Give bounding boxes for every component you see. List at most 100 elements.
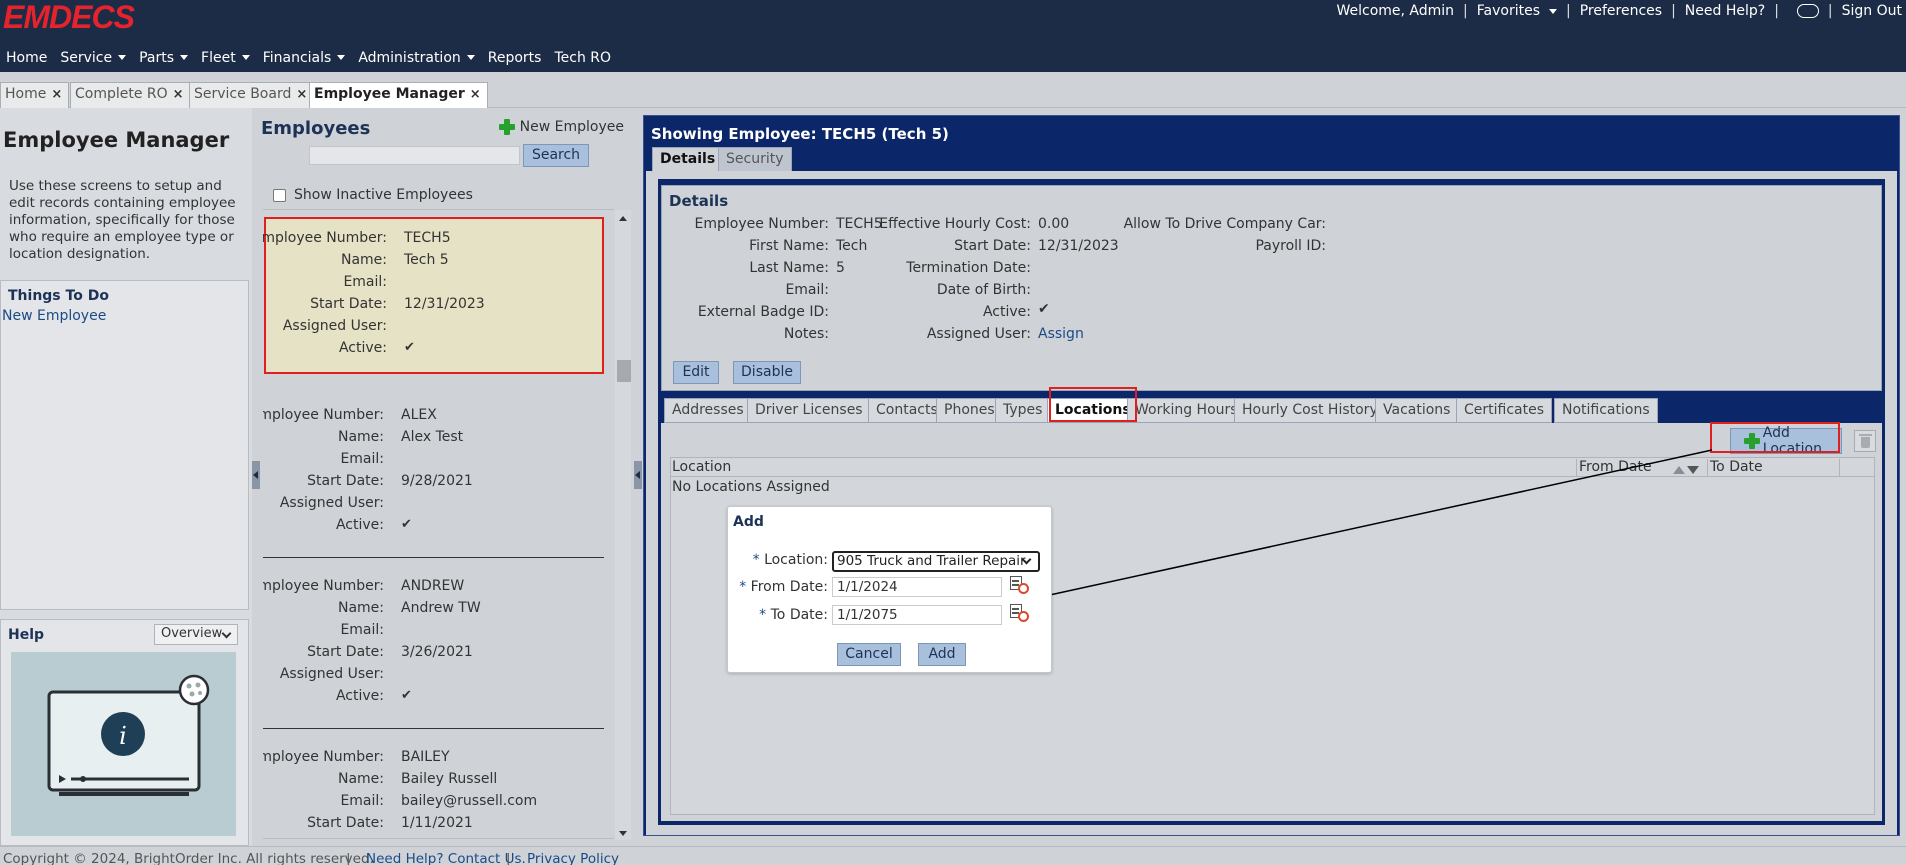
tab-label: Employee Manager — [314, 86, 465, 102]
employee-list-scrollbar[interactable] — [615, 210, 631, 840]
tab-hourly-cost-history[interactable]: Hourly Cost History — [1234, 398, 1386, 423]
calendar-icon[interactable] — [1010, 604, 1030, 623]
field-label: Start Date: — [307, 815, 384, 831]
menu-administration[interactable]: Administration — [358, 50, 475, 66]
need-help-link[interactable]: Need Help? — [1685, 3, 1765, 19]
employee-card[interactable]: Employee Number: TECH5 Name: Tech 5 Email: St… — [263, 217, 604, 374]
from-date-label: * From Date: — [739, 579, 828, 595]
preferences-link[interactable]: Preferences — [1580, 3, 1662, 19]
menu-fleet[interactable]: Fleet — [201, 50, 250, 66]
sign-out-link[interactable]: Sign Out — [1842, 3, 1902, 19]
close-icon[interactable]: × — [296, 87, 307, 102]
tab-addresses[interactable]: Addresses — [664, 398, 752, 423]
tab-label: Complete RO — [75, 86, 168, 102]
search-button[interactable]: Search — [523, 144, 589, 167]
sort-descending-icon[interactable] — [1687, 466, 1699, 474]
tab-home[interactable]: Home × — [0, 82, 70, 108]
location-select[interactable]: 905 Truck and Trailer Repair — [832, 551, 1040, 572]
chat-button[interactable] — [1788, 3, 1819, 19]
close-icon[interactable]: × — [470, 87, 481, 102]
tab-certificates[interactable]: Certificates — [1456, 398, 1553, 423]
separator: | — [506, 851, 511, 865]
sort-icon[interactable] — [1673, 462, 1701, 478]
help-video-thumbnail[interactable]: i — [11, 652, 236, 836]
favorites-menu[interactable]: Favorites — [1477, 3, 1558, 19]
menu-home[interactable]: Home — [6, 50, 47, 66]
tab-types[interactable]: Types — [995, 398, 1051, 423]
employee-search-input[interactable] — [309, 146, 520, 165]
notes-label: Notes: — [783, 326, 829, 342]
employee-card[interactable]: Employee Number: ANDREW Name: Andrew TW Emai… — [263, 558, 604, 729]
tab-vacations[interactable]: Vacations — [1375, 398, 1459, 423]
tab-security[interactable]: Security — [718, 147, 792, 171]
new-employee-link[interactable]: New Employee — [2, 308, 106, 324]
employee-field-email: Email: — [263, 622, 583, 640]
field-label: Employee Number: — [263, 578, 384, 594]
to-date-input[interactable]: 1/1/2075 — [832, 605, 1002, 625]
delete-icon[interactable] — [1854, 430, 1876, 452]
last-name-value: 5 — [836, 260, 845, 276]
tab-notifications[interactable]: Notifications — [1554, 398, 1658, 423]
menu-label: Reports — [487, 49, 542, 66]
tab-complete-ro[interactable]: Complete RO × — [70, 82, 191, 108]
assign-user-link[interactable]: Assign — [1038, 326, 1084, 342]
contact-us-link[interactable]: Need Help? Contact Us. — [366, 851, 526, 865]
clock-icon — [1018, 611, 1029, 622]
disable-button[interactable]: Disable — [733, 361, 801, 384]
tab-contacts[interactable]: Contacts — [868, 398, 946, 423]
menu-service[interactable]: Service — [60, 50, 127, 66]
menu-tech-ro[interactable]: Tech RO — [554, 50, 611, 66]
employee-card[interactable]: Employee Number: BAILEY Name: Bailey Russel… — [263, 729, 604, 838]
payroll-id-label: Payroll ID: — [1255, 238, 1326, 254]
add-button[interactable]: Add — [918, 643, 966, 666]
scroll-up-icon[interactable] — [619, 216, 627, 221]
field-value: TECH5 — [404, 230, 451, 246]
calendar-icon[interactable] — [1010, 576, 1030, 595]
help-topic-select[interactable]: Overview — [154, 624, 238, 645]
tab-phones[interactable]: Phones — [936, 398, 1003, 423]
app-logo[interactable]: EMDECS — [3, 0, 135, 36]
column-to-date[interactable]: To Date — [1707, 459, 1837, 477]
show-inactive-toggle[interactable]: Show Inactive Employees — [273, 187, 473, 203]
tab-driver-licenses[interactable]: Driver Licenses — [747, 398, 871, 423]
new-employee-button[interactable]: New Employee — [498, 119, 624, 135]
menu-parts[interactable]: Parts — [139, 50, 189, 66]
list-collapse-handle[interactable] — [634, 461, 642, 489]
top-nav: Welcome, Admin | Favorites | Preferences… — [1327, 3, 1902, 19]
employee-field-number: Employee Number: ANDREW — [263, 578, 583, 596]
grid-empty-message: No Locations Assigned — [672, 479, 830, 495]
employee-detail-title: Showing Employee: TECH5 (Tech 5) — [651, 125, 949, 143]
field-label: Employee Number: — [263, 749, 384, 765]
menu-label: Fleet — [201, 49, 236, 66]
add-location-dialog: Add * Location: 905 Truck and Trailer Re… — [727, 506, 1052, 673]
show-inactive-checkbox[interactable] — [273, 188, 286, 202]
tab-employee-manager[interactable]: Employee Manager × — [309, 82, 488, 109]
tab-service-board[interactable]: Service Board × — [189, 82, 315, 108]
tab-working-hours[interactable]: Working Hours — [1127, 398, 1246, 423]
employee-card[interactable]: Employee Number: ALEX Name: Alex Test Email:… — [263, 387, 604, 558]
scroll-down-icon[interactable] — [619, 831, 627, 836]
dob-label: Date of Birth: — [936, 282, 1031, 298]
separator: | — [1774, 3, 1779, 19]
tab-details[interactable]: Details — [652, 147, 724, 173]
menu-financials[interactable]: Financials — [263, 50, 346, 66]
column-from-date[interactable]: From Date — [1576, 459, 1652, 477]
add-location-button[interactable]: Add Location — [1730, 425, 1842, 457]
active-check-icon: ✔ — [1038, 301, 1050, 317]
from-date-input[interactable]: 1/1/2024 — [832, 577, 1002, 597]
cancel-button[interactable]: Cancel — [837, 643, 901, 666]
close-icon[interactable]: × — [173, 87, 184, 102]
privacy-policy-link[interactable]: Privacy Policy — [527, 851, 619, 865]
clock-icon — [1018, 583, 1029, 594]
location-label: * Location: — [752, 552, 828, 568]
left-collapse-handle[interactable] — [252, 461, 260, 489]
scroll-thumb[interactable] — [617, 360, 631, 382]
edit-button[interactable]: Edit — [673, 361, 719, 384]
field-label: Employee Number: — [263, 230, 387, 246]
employee-field-email: Email: — [263, 451, 583, 469]
sort-ascending-icon[interactable] — [1673, 466, 1685, 474]
column-location[interactable]: Location — [672, 459, 731, 475]
close-icon[interactable]: × — [51, 87, 62, 102]
menu-reports[interactable]: Reports — [488, 50, 542, 66]
tab-locations[interactable]: Locations — [1047, 398, 1139, 423]
